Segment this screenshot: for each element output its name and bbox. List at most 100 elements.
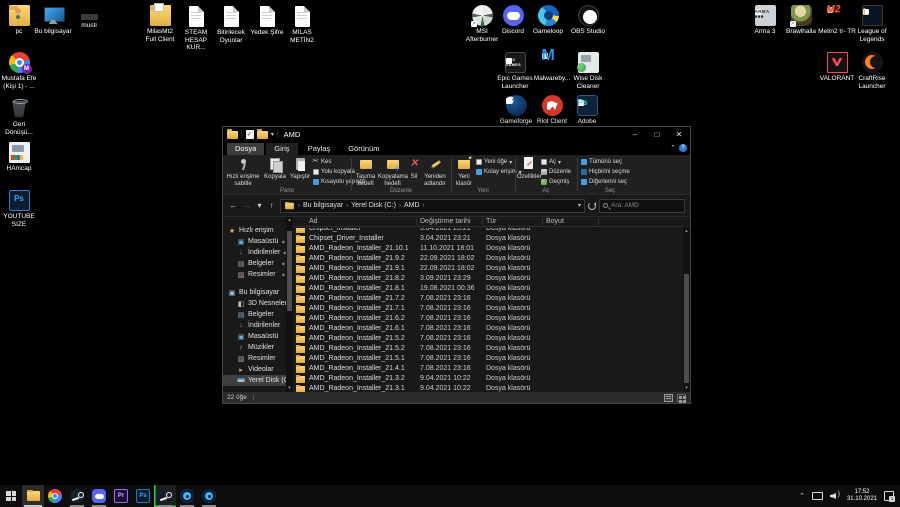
file-row[interactable]: AMD_Radeon_Installer_21.9.2 22.09.2021 1…	[293, 254, 683, 264]
file-row[interactable]: AMD_Radeon_Installer_21.5.1 7.08.2021 23…	[293, 354, 683, 364]
move-to-button[interactable]: Taşıma hedefi	[353, 157, 378, 187]
tab-giris[interactable]: Giriş	[266, 143, 297, 155]
details-view-button[interactable]	[664, 394, 673, 402]
column-header-name[interactable]: Ad	[309, 218, 318, 225]
list-scrollbar[interactable]: ▴ ▾	[683, 228, 690, 392]
file-row[interactable]: AMD_Radeon_Installer_21.7.1 7.08.2021 23…	[293, 304, 683, 314]
taskbar-steam[interactable]	[66, 485, 88, 507]
properties-qat-icon[interactable]	[246, 130, 254, 139]
network-display-icon[interactable]	[812, 492, 823, 500]
desktop-icon-brawlhalla[interactable]: Brawlhalla	[782, 5, 820, 36]
start-button[interactable]	[0, 485, 22, 507]
address-box[interactable]: › Bu bilgisayar › Yerel Disk (C:) › AMD …	[280, 199, 585, 213]
desktop-icon-steam-hesap[interactable]: STEAM HESAP KUR...	[177, 5, 215, 52]
file-row[interactable]: AMD_Radeon_Installer_21.10.1 11.10.2021 …	[293, 244, 683, 254]
help-icon[interactable]: ?	[679, 144, 687, 152]
copy-button[interactable]: Kopyala	[262, 157, 288, 181]
scroll-up-icon[interactable]: ▴	[286, 217, 293, 224]
taskbar-premiere[interactable]: Pr	[110, 485, 132, 507]
taskbar-blue-orb-1[interactable]	[176, 485, 198, 507]
nav-item[interactable]: Masaüstü	[223, 331, 293, 342]
paste-button[interactable]: Yapıştır	[288, 157, 312, 181]
taskbar-photoshop[interactable]: Ps	[132, 485, 154, 507]
column-header-type[interactable]: Tür	[486, 218, 497, 225]
maximize-button[interactable]: □	[646, 127, 668, 142]
collapse-ribbon-icon[interactable]: ⌃	[670, 144, 676, 152]
breadcrumb-amd[interactable]: AMD	[404, 202, 420, 209]
desktop-icon-riot-client[interactable]: Riot Client	[533, 95, 571, 126]
new-folder-qat-icon[interactable]	[257, 131, 268, 139]
volume-icon[interactable]	[830, 492, 840, 500]
desktop-icon-arma3[interactable]: Arma 3	[746, 5, 784, 36]
tab-paylas[interactable]: Paylaş	[300, 143, 339, 155]
file-row[interactable]: AMD_Radeon_Installer_21.5.2 7.08.2021 23…	[293, 344, 683, 354]
nav-item[interactable]: Müzikler	[223, 342, 293, 353]
desktop-icon-gameforge[interactable]: Gameforge	[497, 95, 535, 126]
copy-to-button[interactable]: Kopyalama hedefi	[378, 157, 407, 187]
column-header-size[interactable]: Boyut	[546, 218, 564, 225]
history-button[interactable]: Geçmiş	[541, 177, 571, 187]
select-none-button[interactable]: Hiçbirini seçme	[581, 167, 630, 177]
nav-item[interactable]: Masaüstü	[223, 236, 293, 247]
properties-button[interactable]: Özellikler	[517, 157, 539, 181]
recent-locations-icon[interactable]: ▾	[256, 201, 263, 210]
desktop-icon-milasmt2[interactable]: MilasMt2 Full Client	[141, 5, 179, 43]
up-button[interactable]: ↑	[266, 201, 277, 210]
desktop-icon-milas-metin2[interactable]: MİLAS METİN2	[283, 5, 321, 44]
clock[interactable]: 17:52 31.10.2021	[847, 489, 877, 503]
close-button[interactable]: ✕	[668, 127, 690, 142]
desktop-icon-pc[interactable]: pc	[0, 5, 38, 36]
file-row[interactable]: AMD_Radeon_Installer_21.4.1 7.08.2021 23…	[293, 364, 683, 374]
invert-selection-button[interactable]: Diğerlerini seç	[581, 177, 630, 187]
desktop-icon-this-pc[interactable]: Bu bilgisayar	[34, 5, 72, 36]
nav-item[interactable]: Belgeler	[223, 309, 293, 320]
desktop-icon-wise-disk[interactable]: Wise Disk Cleaner	[569, 52, 607, 90]
file-row[interactable]: AMD_Radeon_Installer_21.3.2 9.04.2021 10…	[293, 374, 683, 384]
desktop-icon-discord[interactable]: Discord	[494, 5, 532, 36]
nav-item[interactable]: Resimler	[223, 269, 293, 280]
nav-item[interactable]: Hızlı erişim	[223, 225, 293, 236]
address-dropdown-icon[interactable]: ▾	[578, 202, 581, 209]
new-folder-button[interactable]: Yeni klasör	[453, 157, 475, 187]
tab-gorunum[interactable]: Görünüm	[340, 143, 387, 155]
desktop-icon-musti[interactable]: musti	[70, 5, 108, 30]
desktop-icon-craftrise[interactable]: CraftRise Launcher	[853, 52, 891, 90]
desktop-icon-obs[interactable]: OBS Studio	[569, 5, 607, 36]
refresh-icon[interactable]	[588, 202, 596, 210]
qat-dropdown-icon[interactable]: ▾	[271, 131, 274, 138]
search-box[interactable]: Ara: AMD	[599, 199, 685, 213]
desktop-icon-adobe[interactable]: Adobe	[568, 95, 606, 126]
desktop-icon-chrome-profile[interactable]: MMustafa Efe (Kişi 1) - ...	[0, 52, 38, 90]
desktop-icon-league[interactable]: League of Legends	[853, 5, 891, 43]
desktop-icon-valorant[interactable]: VALORANT	[818, 52, 856, 83]
forward-button[interactable]: →	[242, 201, 253, 210]
pin-quick-access-button[interactable]: Hızlı erişime sabitle	[225, 157, 261, 187]
delete-button[interactable]: Sil	[407, 157, 421, 181]
file-row[interactable]: AMD_Radeon_Installer_21.8.1 19.08.2021 0…	[293, 284, 683, 294]
breadcrumb-this-pc[interactable]: Bu bilgisayar	[303, 202, 343, 209]
desktop-icon-youtube-size[interactable]: YOUTUBE SIZE	[0, 190, 38, 228]
scroll-down-icon[interactable]: ▾	[286, 385, 293, 392]
file-row[interactable]: AMD_Radeon_Installer_21.8.2 3.09.2021 23…	[293, 274, 683, 284]
select-all-button[interactable]: Tümünü seç	[581, 157, 630, 167]
desktop-icon-gameloop[interactable]: Gameloop	[529, 5, 567, 36]
desktop-icon-malwarebytes[interactable]: Malwareby...	[533, 52, 571, 83]
file-row[interactable]: AMD_Radeon_Installer_21.6.1 7.08.2021 23…	[293, 324, 683, 334]
column-header-date[interactable]: Değiştirme tarihi	[420, 218, 471, 225]
thumbnails-view-button[interactable]	[677, 394, 686, 402]
desktop-icon-recycle-bin[interactable]: Geri Dönüşü...	[0, 98, 38, 136]
scroll-down-icon[interactable]: ▾	[683, 385, 690, 392]
desktop-icon-metin2[interactable]: Metin2 tr- TR	[818, 5, 856, 36]
file-row[interactable]: AMD_Radeon_Installer_21.6.2 7.08.2021 23…	[293, 314, 683, 324]
nav-item[interactable]: Resimler	[223, 353, 293, 364]
nav-item[interactable]: Videolar	[223, 364, 293, 375]
taskbar-discord[interactable]	[88, 485, 110, 507]
nav-item[interactable]: İndirilenler	[223, 320, 293, 331]
nav-item[interactable]: Belgeler	[223, 258, 293, 269]
file-row[interactable]: AMD_Radeon_Installer_21.3.1 9.04.2021 10…	[293, 384, 683, 392]
taskbar-file-explorer[interactable]	[22, 485, 44, 507]
tray-expand-icon[interactable]: ⌃	[799, 492, 805, 500]
open-button[interactable]: Aç▾	[541, 157, 571, 167]
back-button[interactable]: ←	[228, 201, 239, 210]
rename-button[interactable]: Yeniden adlandır	[421, 157, 449, 187]
